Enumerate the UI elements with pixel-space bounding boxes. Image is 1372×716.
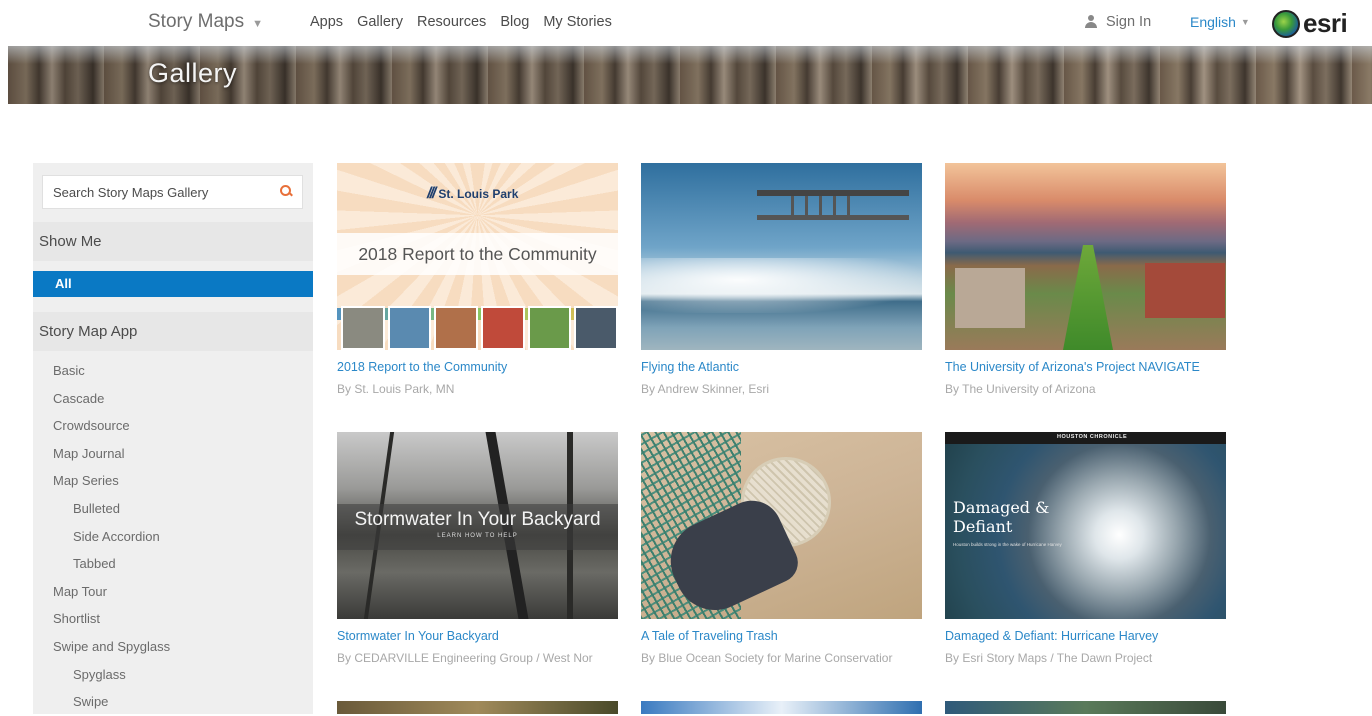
story-card[interactable]: The University of Arizona's Project NAVI…: [945, 163, 1226, 396]
brand-menu[interactable]: Story Maps ▼: [148, 11, 263, 33]
campus-mall-lawn: [1063, 245, 1113, 350]
photo-tile: [481, 306, 525, 350]
story-thumbnail[interactable]: [945, 163, 1226, 350]
masthead-bar: HOUSTON CHRONICLE: [945, 432, 1226, 444]
page-title: Gallery: [148, 58, 238, 88]
filter-shortlist[interactable]: Shortlist: [33, 605, 313, 633]
biplane-lower-wing: [757, 215, 909, 220]
photo-tile: [527, 306, 572, 350]
nav-link-apps[interactable]: Apps: [310, 14, 343, 30]
story-map-app-header: Story Map App: [33, 312, 313, 351]
logo-mark-icon: ///: [427, 185, 436, 202]
story-thumbnail[interactable]: Stormwater In Your Backyard LEARN HOW TO…: [337, 432, 618, 619]
story-thumbnail[interactable]: [641, 432, 922, 619]
story-thumbnail[interactable]: HOUSTON CHRONICLE Damaged & Defiant Hous…: [945, 432, 1226, 619]
story-thumbnail[interactable]: /// St. Louis Park 2018 Report to the Co…: [337, 163, 618, 350]
thumbnail-headline-line1: Damaged &: [953, 498, 1050, 517]
filter-tabbed[interactable]: Tabbed: [33, 550, 313, 578]
story-thumbnail-partial[interactable]: [337, 701, 618, 714]
filter-all-button[interactable]: All: [33, 271, 313, 297]
language-label: English: [1190, 14, 1236, 30]
story-author: By CEDARVILLE Engineering Group / West N…: [337, 651, 593, 665]
gallery-banner: Gallery: [8, 46, 1372, 104]
brand-label: Story Maps: [148, 11, 245, 32]
logo-text: St. Louis Park: [438, 187, 519, 201]
story-author: By St. Louis Park, MN: [337, 382, 455, 396]
story-author: By Andrew Skinner, Esri: [641, 382, 770, 396]
story-author: By Blue Ocean Society for Marine Conserv…: [641, 651, 893, 665]
nav-links: Apps Gallery Resources Blog My Stories: [310, 14, 612, 30]
filter-sidebar: Show Me All Story Map App Basic Cascade …: [33, 163, 313, 714]
story-card[interactable]: Flying the Atlantic By Andrew Skinner, E…: [641, 163, 922, 396]
photo-tile: [341, 306, 385, 350]
show-me-header: Show Me: [33, 222, 313, 261]
story-title-link[interactable]: 2018 Report to the Community: [337, 360, 618, 374]
story-card[interactable]: A Tale of Traveling Trash By Blue Ocean …: [641, 432, 922, 665]
filter-swipe-and-spyglass[interactable]: Swipe and Spyglass: [33, 633, 313, 661]
app-filter-list: Basic Cascade Crowdsource Map Journal Ma…: [33, 357, 313, 716]
top-nav: Story Maps ▼ Apps Gallery Resources Blog…: [0, 0, 1372, 46]
filter-map-journal[interactable]: Map Journal: [33, 440, 313, 468]
thumbnail-subtitle: Houston builds strong in the wake of Hur…: [953, 542, 1062, 547]
story-title-link[interactable]: The University of Arizona's Project NAVI…: [945, 360, 1226, 374]
filter-spyglass[interactable]: Spyglass: [33, 661, 313, 689]
biplane-struts: [791, 196, 861, 216]
thumbnail-headline: 2018 Report to the Community: [358, 244, 597, 264]
user-icon: [1084, 15, 1098, 29]
thumbnail-headline: Damaged & Defiant: [953, 498, 1049, 536]
photo-tile: [434, 306, 479, 350]
story-card[interactable]: Stormwater In Your Backyard LEARN HOW TO…: [337, 432, 618, 665]
story-card[interactable]: HOUSTON CHRONICLE Damaged & Defiant Hous…: [945, 432, 1226, 665]
sign-in-label: Sign In: [1106, 14, 1152, 30]
story-title-link[interactable]: A Tale of Traveling Trash: [641, 629, 922, 643]
photo-tile: [387, 306, 432, 350]
wave-spray: [641, 258, 922, 313]
globe-icon: [1272, 9, 1300, 38]
thumbnail-subtitle: LEARN HOW TO HELP: [437, 533, 518, 539]
thumbnail-headline-band: 2018 Report to the Community: [337, 233, 618, 275]
story-thumbnail-partial[interactable]: [945, 701, 1226, 714]
sign-in-link[interactable]: Sign In: [1084, 14, 1151, 30]
photo-strip: [337, 291, 618, 350]
esri-logo[interactable]: esri: [1272, 8, 1348, 39]
st-louis-park-logo: /// St. Louis Park: [427, 185, 518, 203]
filter-crowdsource[interactable]: Crowdsource: [33, 412, 313, 440]
search-box: [42, 175, 303, 209]
thumbnail-headline-line2: Defiant: [953, 517, 1013, 536]
campus-building: [955, 268, 1025, 328]
thumbnail-headline: Stormwater In Your Backyard: [354, 509, 601, 530]
story-card[interactable]: /// St. Louis Park 2018 Report to the Co…: [337, 163, 618, 396]
language-selector[interactable]: English ▼: [1190, 14, 1250, 30]
search-icon[interactable]: [280, 185, 292, 197]
story-author: By Esri Story Maps / The Dawn Project: [945, 651, 1153, 665]
chevron-down-icon: ▼: [252, 17, 263, 30]
story-thumbnail-partial[interactable]: [641, 701, 922, 714]
search-input[interactable]: [43, 176, 263, 208]
filter-basic[interactable]: Basic: [33, 357, 313, 385]
story-title-link[interactable]: Stormwater In Your Backyard: [337, 629, 618, 643]
filter-bulleted[interactable]: Bulleted: [33, 495, 313, 523]
story-title-link[interactable]: Flying the Atlantic: [641, 360, 922, 374]
story-title-link[interactable]: Damaged & Defiant: Hurricane Harvey: [945, 629, 1226, 643]
chevron-down-icon: ▼: [1240, 17, 1250, 27]
nav-link-blog[interactable]: Blog: [500, 14, 529, 30]
filter-side-accordion[interactable]: Side Accordion: [33, 523, 313, 551]
filter-swipe[interactable]: Swipe: [33, 688, 313, 716]
filter-cascade[interactable]: Cascade: [33, 385, 313, 413]
campus-building: [1145, 263, 1225, 318]
photo-tile: [574, 306, 618, 350]
nav-link-gallery[interactable]: Gallery: [357, 14, 403, 30]
filter-map-tour[interactable]: Map Tour: [33, 578, 313, 606]
esri-logo-text: esri: [1303, 8, 1348, 38]
story-thumbnail[interactable]: [641, 163, 922, 350]
nav-link-my-stories[interactable]: My Stories: [543, 14, 612, 30]
nav-link-resources[interactable]: Resources: [417, 14, 486, 30]
thumbnail-headline-band: Stormwater In Your Backyard LEARN HOW TO…: [337, 504, 618, 550]
story-author: By The University of Arizona: [945, 382, 1096, 396]
masthead-text: HOUSTON CHRONICLE: [1057, 434, 1128, 440]
filter-map-series[interactable]: Map Series: [33, 467, 313, 495]
